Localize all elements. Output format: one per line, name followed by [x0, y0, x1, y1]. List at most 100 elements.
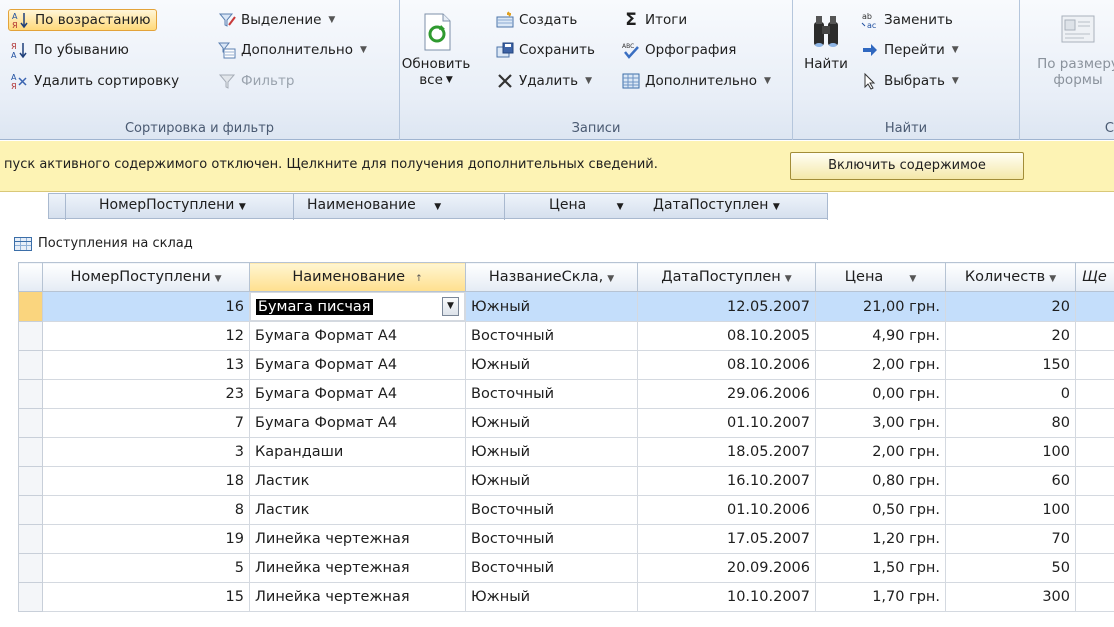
selection-filter-button[interactable]: Выделение ▼ [218, 9, 335, 31]
cell-name[interactable]: Ластик [249, 466, 466, 496]
cell-date[interactable]: 01.10.2006 [637, 495, 816, 525]
cell-id[interactable]: 12 [42, 321, 250, 351]
find-button[interactable]: Найти [803, 12, 849, 72]
replace-button[interactable]: ab ac Заменить [861, 9, 953, 31]
cell-id[interactable]: 19 [42, 524, 250, 554]
column-header-id[interactable]: НомерПоступлени ▼ [42, 262, 250, 292]
chevron-down-icon[interactable]: ▼ [607, 274, 614, 284]
cell-price[interactable]: 2,00 грн. [815, 350, 946, 380]
table-row[interactable]: 13 Бумага Формат А4 Южный 08.10.2006 2,00 гр… [18, 350, 1114, 380]
cell-warehouse[interactable]: Южный [465, 350, 638, 380]
cell-name-editor[interactable]: Бумага писчая ▼ [250, 292, 465, 321]
cell-warehouse[interactable]: Южный [465, 466, 638, 496]
cell-date[interactable]: 29.06.2006 [637, 379, 816, 409]
cell-name[interactable]: Линейка чертежная [249, 524, 466, 554]
cell-quantity[interactable]: 300 [945, 582, 1076, 612]
cell-price[interactable]: 0,80 грн. [815, 466, 946, 496]
query-column-header[interactable]: ДатаПоступлен ▼ [653, 197, 780, 213]
cell-date[interactable]: 12.05.2007 [637, 291, 816, 322]
cell-id[interactable]: 15 [42, 582, 250, 612]
enable-content-button[interactable]: Включить содержимое [790, 152, 1024, 180]
cell-quantity[interactable]: 100 [945, 495, 1076, 525]
cell-price[interactable]: 3,00 грн. [815, 408, 946, 438]
cell-warehouse[interactable]: Восточный [465, 553, 638, 583]
record-selector[interactable] [18, 495, 43, 525]
cell-quantity[interactable]: 60 [945, 466, 1076, 496]
cell-quantity[interactable]: 150 [945, 350, 1076, 380]
cell-quantity[interactable]: 0 [945, 379, 1076, 409]
cell-id[interactable]: 3 [42, 437, 250, 467]
cell-id[interactable]: 18 [42, 466, 250, 496]
cell-partial[interactable] [1075, 321, 1114, 351]
cell-price[interactable]: 21,00 грн. [815, 291, 946, 322]
advanced-filter-button[interactable]: Дополнительно ▼ [217, 39, 367, 61]
cell-name[interactable]: Ластик [249, 495, 466, 525]
cell-date[interactable]: 18.05.2007 [637, 437, 816, 467]
column-header-date[interactable]: ДатаПоступлен ▼ [637, 262, 816, 292]
save-record-button[interactable]: Сохранить [496, 39, 595, 61]
sort-ascending-indicator-icon[interactable]: ↑ [415, 274, 423, 284]
cell-id[interactable]: 23 [42, 379, 250, 409]
cell-quantity[interactable]: 20 [945, 291, 1076, 322]
cell-warehouse[interactable]: Южный [465, 437, 638, 467]
new-record-button[interactable]: Создать [496, 9, 577, 31]
cell-partial[interactable] [1075, 495, 1114, 525]
security-message-text[interactable]: пуск активного содержимого отключен. Щел… [4, 157, 658, 172]
table-row[interactable]: 15 Линейка чертежная Южный 10.10.2007 1,70 г… [18, 582, 1114, 612]
table-row[interactable]: 12 Бумага Формат А4 Восточный 08.10.2005 4,9… [18, 321, 1114, 351]
cell-date[interactable]: 08.10.2006 [637, 350, 816, 380]
cell-id[interactable]: 7 [42, 408, 250, 438]
cell-price[interactable]: 0,00 грн. [815, 379, 946, 409]
table-row[interactable]: 7 Бумага Формат А4 Южный 01.10.2007 3,00 грн… [18, 408, 1114, 438]
chevron-down-icon[interactable]: ▼ [215, 274, 222, 284]
table-row[interactable]: 5 Линейка чертежная Восточный 20.09.2006 1,5… [18, 553, 1114, 583]
cell-quantity[interactable]: 20 [945, 321, 1076, 351]
toggle-filter-button[interactable]: Фильтр [218, 70, 294, 92]
cell-price[interactable]: 2,00 грн. [815, 437, 946, 467]
query-column-header[interactable]: Наименование ▼ [307, 197, 441, 213]
chevron-down-icon[interactable]: ▼ [1049, 274, 1056, 284]
record-selector[interactable] [18, 524, 43, 554]
cell-name[interactable]: Линейка чертежная [249, 553, 466, 583]
cell-date[interactable]: 20.09.2006 [637, 553, 816, 583]
sort-descending-button[interactable]: ЯA По убыванию [11, 39, 129, 61]
cell-name[interactable]: Линейка чертежная [249, 582, 466, 612]
combo-dropdown-button[interactable]: ▼ [442, 297, 459, 316]
cell-date[interactable]: 01.10.2007 [637, 408, 816, 438]
table-row[interactable]: 18 Ластик Южный 16.10.2007 0,80 грн. 60 [18, 466, 1114, 496]
cell-partial[interactable] [1075, 408, 1114, 438]
cell-partial[interactable] [1075, 553, 1114, 583]
cell-partial[interactable] [1075, 379, 1114, 409]
column-header-name[interactable]: Наименование ↑ [249, 262, 466, 292]
cell-id[interactable]: 13 [42, 350, 250, 380]
cell-warehouse[interactable]: Восточный [465, 524, 638, 554]
cell-price[interactable]: 0,50 грн. [815, 495, 946, 525]
cell-warehouse[interactable]: Южный [465, 408, 638, 438]
record-selector[interactable] [18, 466, 43, 496]
table-tab[interactable]: Поступления на склад [14, 236, 193, 251]
cell-name[interactable]: Бумага Формат А4 [249, 408, 466, 438]
cell-date[interactable]: 16.10.2007 [637, 466, 816, 496]
chevron-down-icon[interactable]: ▼ [785, 274, 792, 284]
goto-button[interactable]: Перейти ▼ [861, 39, 959, 61]
table-row[interactable]: 19 Линейка чертежная Восточный 17.05.2007 1,… [18, 524, 1114, 554]
cell-name[interactable]: Карандаши [249, 437, 466, 467]
cell-price[interactable]: 1,50 грн. [815, 553, 946, 583]
cell-quantity[interactable]: 70 [945, 524, 1076, 554]
cell-price[interactable]: 1,20 грн. [815, 524, 946, 554]
cell-partial[interactable] [1075, 466, 1114, 496]
spelling-button[interactable]: ABC Орфография [622, 39, 736, 61]
cell-name[interactable]: Бумага Формат А4 [249, 321, 466, 351]
cell-warehouse[interactable]: Южный [465, 582, 638, 612]
query-column-header[interactable]: НомерПоступлени ▼ [99, 197, 246, 213]
cell-warehouse[interactable]: Южный [465, 291, 638, 322]
cell-price[interactable]: 1,70 грн. [815, 582, 946, 612]
record-selector[interactable] [18, 350, 43, 380]
cell-partial[interactable] [1075, 350, 1114, 380]
record-selector[interactable] [18, 321, 43, 351]
cell-date[interactable]: 08.10.2005 [637, 321, 816, 351]
cell-name-value[interactable]: Бумага писчая [256, 298, 373, 315]
totals-button[interactable]: Σ Итоги [622, 9, 687, 31]
table-row[interactable]: 8 Ластик Восточный 01.10.2006 0,50 грн. 100 [18, 495, 1114, 525]
record-selector[interactable] [18, 408, 43, 438]
